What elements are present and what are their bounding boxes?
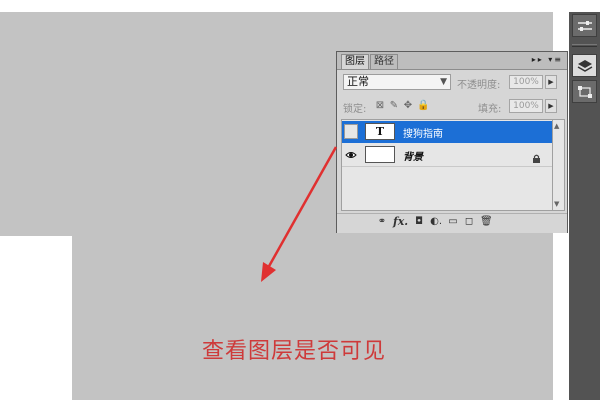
- annotation-text: 查看图层是否可见: [202, 339, 387, 364]
